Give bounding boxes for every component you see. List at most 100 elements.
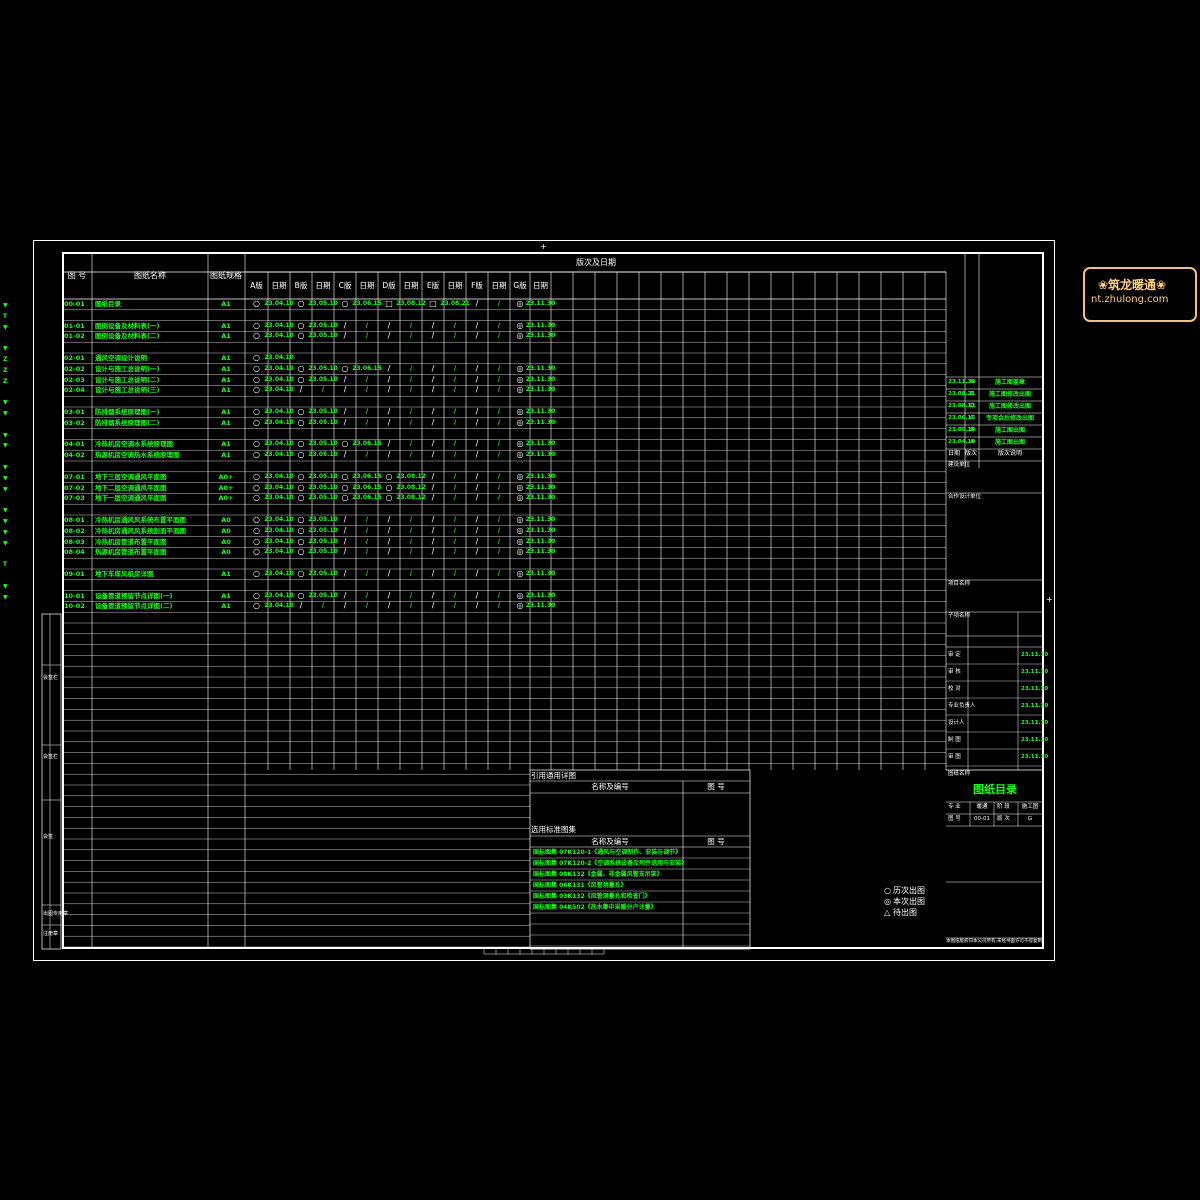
tb-design-unit: 合作设计单位 bbox=[948, 494, 982, 500]
row-rev-cell: / bbox=[365, 526, 369, 534]
row-rev-cell: / bbox=[343, 320, 347, 330]
tb-rev-h: 日期 bbox=[948, 450, 961, 457]
row-rev-cell: / bbox=[409, 386, 413, 394]
row-rev-cell: / bbox=[409, 570, 413, 577]
margin-mark: ▼ bbox=[3, 539, 8, 547]
row-rev-cell: / bbox=[431, 320, 435, 330]
frame-marker: + bbox=[1046, 595, 1053, 604]
margin-mark: ▼ bbox=[3, 345, 8, 353]
row-rev-cell: 23.05.10 bbox=[308, 526, 338, 534]
tb-drawing-title: 图纸目录 bbox=[973, 783, 1017, 796]
margin-mark: ▼ bbox=[3, 528, 8, 536]
row-rev-cell: ○ bbox=[253, 536, 260, 546]
row-rev-cell: ○ bbox=[253, 471, 260, 481]
row-rev-cell: ◎ bbox=[516, 536, 524, 546]
row-drawing-name: 防排烟系统原理图(一) bbox=[95, 408, 160, 416]
row-rev-cell: / bbox=[409, 418, 413, 426]
row-spec: A1 bbox=[221, 300, 231, 308]
row-rev-cell: / bbox=[497, 408, 501, 415]
left-stamp-label: 会签栏 bbox=[43, 675, 59, 681]
row-rev-cell: / bbox=[453, 537, 457, 545]
row-rev-cell: 23.08.12 bbox=[396, 300, 426, 307]
margin-mark: T bbox=[3, 312, 8, 320]
row-rev-cell: / bbox=[453, 526, 457, 534]
row-rev-cell: ○ bbox=[253, 331, 260, 341]
left-stamp-label: 注册章 bbox=[43, 931, 59, 937]
tb-rev-ver: C bbox=[970, 415, 975, 421]
row-rev-cell: / bbox=[497, 548, 501, 556]
tb-ver-value: G bbox=[1027, 816, 1033, 822]
row-rev-cell: / bbox=[343, 569, 347, 578]
row-drawing-no: 03-02 bbox=[64, 418, 85, 427]
row-rev-cell: ○ bbox=[253, 590, 260, 600]
row-spec: A0+ bbox=[218, 483, 234, 492]
tb-stage-label: 阶 段 bbox=[997, 804, 1010, 810]
row-drawing-no: 01-02 bbox=[64, 332, 85, 341]
row-rev-cell: ◎ bbox=[516, 417, 524, 427]
row-drawing-no: 08-04 bbox=[64, 548, 85, 557]
row-rev-cell: ○ bbox=[341, 299, 349, 308]
row-rev-cell: 23.04.10 bbox=[264, 602, 294, 610]
left-stamp-label: 会签栏 bbox=[43, 754, 59, 760]
row-rev-cell: / bbox=[431, 417, 435, 427]
row-drawing-name: 设计与施工总说明(一) bbox=[95, 364, 160, 373]
row-spec: A0+ bbox=[218, 472, 234, 481]
catalog-grid bbox=[41, 253, 1042, 955]
row-drawing-no: 10-01 bbox=[64, 591, 85, 600]
standard-set-item: 国标图集 07K120-1《通风与空调制作、安装与调节》 bbox=[533, 849, 682, 856]
row-drawing-name: 防排烟系统原理图(二) bbox=[95, 418, 160, 427]
row-rev-cell: ○ bbox=[297, 493, 305, 503]
row-rev-cell: 23.04.10 bbox=[264, 494, 294, 502]
row-rev-cell: ○ bbox=[297, 417, 305, 427]
row-rev-cell: / bbox=[431, 439, 435, 449]
header-spec: 图纸规格 bbox=[210, 271, 242, 280]
row-rev-cell: / bbox=[299, 601, 303, 611]
row-spec: A1 bbox=[221, 364, 231, 373]
row-drawing-name: 地下一层空调通风平面图 bbox=[95, 494, 167, 503]
row-rev-cell: 23.11.30 bbox=[525, 440, 556, 448]
row-rev-cell: ○ bbox=[297, 482, 305, 492]
tb-rev-ver: E bbox=[970, 391, 974, 397]
row-drawing-no: 02-04 bbox=[64, 386, 85, 395]
left-stamp-box bbox=[41, 613, 62, 950]
tb-rev-desc: 施工图出图 bbox=[994, 439, 1026, 446]
header-drawing-name: 图纸名称 bbox=[134, 271, 166, 280]
tb-rev-desc: 施工图出图 bbox=[994, 427, 1026, 434]
margin-mark: ▼ bbox=[3, 474, 8, 482]
legend-symbol: △ bbox=[884, 908, 891, 917]
row-rev-cell: / bbox=[431, 590, 435, 600]
row-drawing-name: 通风空调设计说明 bbox=[95, 354, 147, 362]
row-rev-cell: / bbox=[475, 299, 479, 308]
row-rev-cell: 23.06.15 bbox=[352, 472, 382, 480]
row-rev-cell: / bbox=[497, 300, 501, 307]
row-rev-cell: 23.11.30 bbox=[525, 321, 556, 329]
row-rev-cell: 23.04.10 bbox=[264, 537, 294, 545]
standard-set-item: 国标图集 06K131《风管测量孔》 bbox=[533, 882, 627, 889]
row-spec: A1 bbox=[221, 451, 231, 460]
header-rev-col: 日期 bbox=[359, 281, 375, 290]
row-rev-cell: ○ bbox=[253, 320, 260, 330]
row-rev-cell: / bbox=[365, 332, 369, 340]
row-rev-cell: / bbox=[453, 472, 457, 480]
row-rev-cell: 23.11.30 bbox=[525, 602, 556, 610]
header-rev-col: 日期 bbox=[403, 281, 419, 290]
row-rev-cell: / bbox=[497, 494, 501, 502]
margin-mark: ▼ bbox=[3, 507, 8, 515]
row-rev-cell: / bbox=[475, 439, 479, 449]
row-rev-cell: / bbox=[431, 569, 435, 578]
header-rev-col: 日期 bbox=[533, 281, 548, 290]
row-drawing-no: 03-01 bbox=[64, 408, 85, 416]
row-rev-cell: / bbox=[453, 364, 457, 372]
row-rev-cell: / bbox=[475, 407, 479, 416]
tb-ver-label: 版 次 bbox=[997, 816, 1010, 822]
row-drawing-no: 08-03 bbox=[64, 537, 85, 546]
row-rev-cell: / bbox=[343, 417, 347, 427]
row-rev-cell: 23.06.15 bbox=[352, 300, 382, 307]
tb-footer: 本图纸版权归本公司所有,未经书面许可不得复制 bbox=[946, 939, 1042, 944]
row-rev-cell: 23.08.21 bbox=[440, 300, 470, 307]
row-rev-cell: 23.11.30 bbox=[525, 537, 556, 545]
row-rev-cell: 23.11.30 bbox=[525, 570, 556, 577]
row-rev-cell: 23.04.10 bbox=[264, 408, 294, 415]
row-rev-cell: / bbox=[453, 408, 457, 415]
row-rev-cell: / bbox=[365, 537, 369, 545]
